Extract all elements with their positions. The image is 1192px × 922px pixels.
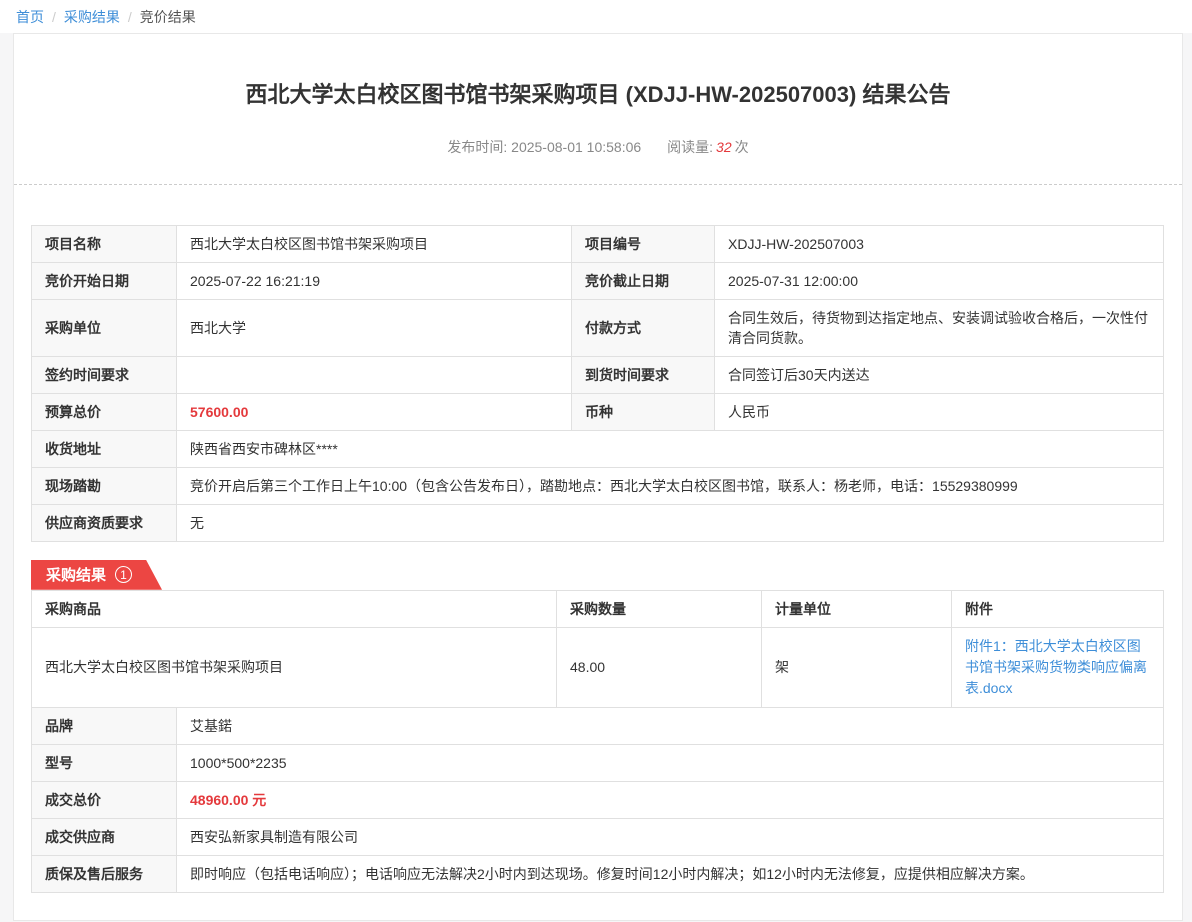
table-row: 成交总价 48960.00 元 (32, 781, 1164, 818)
field-label: 到货时间要求 (572, 356, 715, 393)
field-label: 收货地址 (32, 430, 177, 467)
field-value (177, 356, 572, 393)
table-row: 品牌 艾基鍩 (32, 707, 1164, 744)
table-row: 竞价开始日期 2025-07-22 16:21:19 竞价截止日期 2025-0… (32, 262, 1164, 299)
column-header: 计量单位 (762, 590, 952, 627)
purchase-result-badge: 采购结果 1 (31, 560, 162, 590)
breadcrumb-home-link[interactable]: 首页 (16, 7, 44, 27)
breadcrumb-separator: / (52, 9, 56, 25)
field-value: 2025-07-22 16:21:19 (177, 262, 572, 299)
field-label: 品牌 (32, 707, 177, 744)
field-label: 竞价截止日期 (572, 262, 715, 299)
supplier-value: 西安弘新家具制造有限公司 (177, 818, 1164, 855)
badge-count: 1 (115, 566, 132, 583)
field-label: 项目名称 (32, 225, 177, 262)
field-label: 成交供应商 (32, 818, 177, 855)
purchase-quantity: 48.00 (557, 627, 762, 707)
announcement-card: 西北大学太白校区图书馆书架采购项目 (XDJJ-HW-202507003) 结果… (13, 33, 1183, 921)
field-label: 项目编号 (572, 225, 715, 262)
field-value: 竞价开启后第三个工作日上午10:00（包含公告发布日），踏勘地点：西北大学太白校… (177, 467, 1164, 504)
field-label: 质保及售后服务 (32, 855, 177, 892)
measure-unit: 架 (762, 627, 952, 707)
field-label: 竞价开始日期 (32, 262, 177, 299)
warranty-value: 即时响应（包括电话响应）；电话响应无法解决2小时内到达现场。修复时间12小时内解… (177, 855, 1164, 892)
column-header: 采购数量 (557, 590, 762, 627)
attachment-link[interactable]: 附件1：西北大学太白校区图书馆书架采购货物类响应偏离表.docx (965, 636, 1150, 699)
views-count: 32 (716, 139, 732, 155)
badge-label: 采购结果 (46, 564, 106, 585)
breadcrumb-current: 竞价结果 (140, 7, 196, 27)
publish-time: 发布时间: 2025-08-01 10:58:06 (447, 139, 641, 155)
table-row: 项目名称 西北大学太白校区图书馆书架采购项目 项目编号 XDJJ-HW-2025… (32, 225, 1164, 262)
field-value: 西北大学太白校区图书馆书架采购项目 (177, 225, 572, 262)
dashed-divider (14, 184, 1182, 185)
table-row: 采购单位 西北大学 付款方式 合同生效后，待货物到达指定地点、安装调试验收合格后… (32, 299, 1164, 356)
field-value: 人民币 (715, 393, 1164, 430)
page-title: 西北大学太白校区图书馆书架采购项目 (XDJJ-HW-202507003) 结果… (14, 34, 1182, 111)
breadcrumb: 首页 / 采购结果 / 竞价结果 (0, 0, 1192, 33)
table-row: 质保及售后服务 即时响应（包括电话响应）；电话响应无法解决2小时内到达现场。修复… (32, 855, 1164, 892)
field-label: 现场踏勘 (32, 467, 177, 504)
column-header: 附件 (952, 590, 1164, 627)
table-row: 现场踏勘 竞价开启后第三个工作日上午10:00（包含公告发布日），踏勘地点：西北… (32, 467, 1164, 504)
views-label: 阅读量: (667, 139, 713, 155)
field-value: 合同生效后，待货物到达指定地点、安装调试验收合格后，一次性付清合同货款。 (715, 299, 1164, 356)
field-value: 2025-07-31 12:00:00 (715, 262, 1164, 299)
table-header-row: 采购商品 采购数量 计量单位 附件 (32, 590, 1164, 627)
table-row: 收货地址 陕西省西安市碑林区**** (32, 430, 1164, 467)
field-label: 签约时间要求 (32, 356, 177, 393)
field-label: 币种 (572, 393, 715, 430)
field-value: 陕西省西安市碑林区**** (177, 430, 1164, 467)
field-label: 预算总价 (32, 393, 177, 430)
product-name: 西北大学太白校区图书馆书架采购项目 (32, 627, 557, 707)
table-row: 西北大学太白校区图书馆书架采购项目 48.00 架 附件1：西北大学太白校区图书… (32, 627, 1164, 707)
column-header: 采购商品 (32, 590, 557, 627)
field-label: 成交总价 (32, 781, 177, 818)
table-row: 签约时间要求 到货时间要求 合同签订后30天内送达 (32, 356, 1164, 393)
purchase-result-table: 采购商品 采购数量 计量单位 附件 西北大学太白校区图书馆书架采购项目 48.0… (31, 590, 1164, 708)
model-value: 1000*500*2235 (177, 744, 1164, 781)
project-info-table: 项目名称 西北大学太白校区图书馆书架采购项目 项目编号 XDJJ-HW-2025… (31, 225, 1164, 542)
field-label: 采购单位 (32, 299, 177, 356)
publish-meta: 发布时间: 2025-08-01 10:58:06 阅读量:32次 (14, 137, 1182, 157)
brand-value: 艾基鍩 (177, 707, 1164, 744)
field-value: 合同签订后30天内送达 (715, 356, 1164, 393)
field-value: 无 (177, 504, 1164, 541)
table-row: 型号 1000*500*2235 (32, 744, 1164, 781)
deal-total-price: 48960.00 元 (177, 781, 1164, 818)
budget-total-price: 57600.00 (177, 393, 572, 430)
breadcrumb-separator: / (128, 9, 132, 25)
breadcrumb-purchase-results-link[interactable]: 采购结果 (64, 7, 120, 27)
field-label: 型号 (32, 744, 177, 781)
table-row: 成交供应商 西安弘新家具制造有限公司 (32, 818, 1164, 855)
field-label: 付款方式 (572, 299, 715, 356)
field-value: XDJJ-HW-202507003 (715, 225, 1164, 262)
table-row: 预算总价 57600.00 币种 人民币 (32, 393, 1164, 430)
table-row: 供应商资质要求 无 (32, 504, 1164, 541)
field-value: 西北大学 (177, 299, 572, 356)
field-label: 供应商资质要求 (32, 504, 177, 541)
views-unit: 次 (735, 139, 749, 155)
result-detail-table: 品牌 艾基鍩 型号 1000*500*2235 成交总价 48960.00 元 … (31, 707, 1164, 893)
